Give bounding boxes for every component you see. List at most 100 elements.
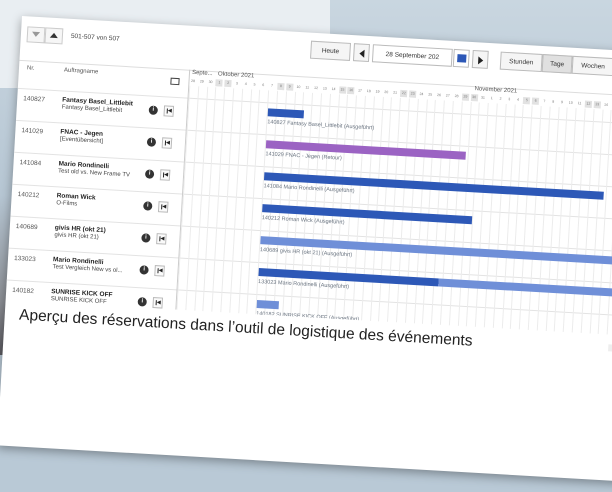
row-nr: 140212 — [17, 191, 40, 200]
arrow-left-icon — [358, 49, 365, 58]
booking-bar[interactable] — [256, 300, 280, 310]
arrow-right-icon — [477, 56, 483, 65]
row-nr: 133023 — [13, 254, 36, 264]
day-cell: 28 — [454, 94, 459, 99]
record-count: 501-507 von 507 — [70, 32, 120, 43]
day-cell: 1 — [215, 79, 224, 87]
day-cell: 7 — [271, 83, 274, 88]
row-subtitle: [Eventübersicht] — [59, 136, 104, 145]
info-icon[interactable]: i — [144, 169, 155, 179]
day-cell: 18 — [366, 88, 371, 94]
info-icon[interactable]: i — [148, 105, 159, 115]
day-cell: 10 — [568, 100, 573, 105]
date-field[interactable]: 28 September 202 — [371, 44, 453, 67]
day-cell: 17 — [357, 88, 363, 93]
tab-tage[interactable]: Tage — [541, 54, 573, 74]
info-icon[interactable]: i — [146, 137, 157, 147]
row-subtitle: Test Vergleich New vs ol... — [52, 264, 123, 275]
day-cell: 5 — [253, 82, 256, 87]
row-nr: 140689 — [15, 223, 38, 232]
day-cell: 9 — [285, 83, 294, 91]
day-cell: 13 — [593, 101, 601, 109]
day-cell: 27 — [445, 93, 450, 98]
booking-bar[interactable] — [267, 108, 305, 119]
jump-to-start-icon[interactable] — [152, 297, 164, 309]
day-cell: 5 — [523, 97, 531, 105]
row-subtitle: givis HR (okt 21) — [54, 232, 99, 241]
day-cell: 8 — [277, 82, 285, 91]
day-cell: 1 — [490, 96, 493, 101]
day-cell: 4 — [244, 81, 247, 87]
booking-planner-window: 501-507 von 507 Heute 28 September 202 S… — [0, 16, 612, 492]
day-cell: 3 — [235, 81, 239, 86]
day-cell: 9 — [560, 100, 564, 105]
day-cell: 12 — [313, 85, 319, 91]
jump-to-start-icon[interactable] — [154, 265, 165, 277]
column-header-name[interactable]: Auftragname — [64, 68, 99, 76]
calendar-icon — [456, 54, 467, 63]
info-icon[interactable]: i — [141, 233, 151, 243]
day-cell: 13 — [322, 86, 327, 91]
tab-wochen[interactable]: Wochen — [571, 55, 612, 77]
day-cell: 2 — [224, 79, 232, 88]
day-cell: 25 — [428, 92, 433, 97]
day-cell: 6 — [531, 97, 540, 105]
tab-stunden[interactable]: Stunden — [499, 51, 543, 73]
row-subtitle: O-Films — [56, 200, 78, 208]
day-cell: 29 — [461, 93, 470, 101]
info-icon[interactable]: i — [143, 201, 153, 211]
day-cell: 26 — [436, 93, 442, 98]
sort-down-button[interactable] — [26, 26, 46, 44]
row-nr: 140827 — [23, 95, 46, 104]
day-cell: 16 — [347, 86, 355, 95]
booking-bar-label: 133023 Mario Rondinelli (Ausgeführt) — [257, 279, 350, 291]
day-cell: 22 — [400, 89, 408, 98]
day-cell: 12 — [584, 100, 593, 108]
chevron-up-icon — [49, 32, 59, 39]
day-cell: 4 — [517, 97, 520, 102]
row-subtitle: Test old vs. New Frame TV — [57, 168, 131, 179]
row-nr: 141084 — [19, 159, 42, 168]
day-cell: 20 — [384, 89, 389, 95]
next-button[interactable] — [471, 50, 489, 69]
day-cell: 7 — [543, 99, 546, 104]
booking-bar-label: 141029 FNAC - Jegen (Retour) — [265, 151, 342, 162]
info-icon[interactable]: i — [139, 265, 149, 275]
chevron-down-icon — [31, 31, 41, 38]
month-label: Septe... — [191, 69, 213, 78]
column-header-nr[interactable]: Nr. — [27, 65, 35, 71]
month-label: November 2021 — [474, 86, 518, 95]
row-nr: 140182 — [11, 286, 35, 296]
jump-to-start-icon[interactable] — [163, 105, 175, 117]
month-label: Oktober 2021 — [217, 71, 255, 80]
jump-to-start-icon[interactable] — [161, 137, 173, 149]
day-cell: 14 — [331, 86, 336, 92]
day-cell: 19 — [375, 89, 380, 94]
today-button[interactable]: Heute — [310, 40, 351, 61]
day-cell: 15 — [338, 86, 347, 94]
day-cell: 11 — [577, 101, 582, 106]
sort-up-button[interactable] — [44, 27, 64, 45]
day-cell: 14 — [603, 102, 609, 107]
row-nr: 141029 — [21, 127, 44, 136]
calendar-button[interactable] — [452, 48, 470, 68]
day-cell: 30 — [470, 93, 478, 102]
day-cell: 6 — [262, 82, 265, 88]
prev-button[interactable] — [352, 43, 370, 63]
day-cell: 28 — [190, 78, 196, 84]
jump-to-start-icon[interactable] — [159, 169, 171, 181]
day-cell: 2 — [499, 96, 502, 101]
info-icon[interactable]: i — [137, 297, 147, 307]
day-cell: 24 — [419, 92, 424, 97]
jump-to-start-icon[interactable] — [157, 201, 169, 213]
day-cell: 21 — [393, 90, 398, 95]
column-toggle-icon[interactable] — [170, 77, 180, 86]
day-cell: 23 — [408, 90, 417, 98]
booking-bar-label: 141084 Mario Rondinelli (Ausgeführt) — [263, 183, 355, 195]
day-cell: 10 — [296, 84, 301, 90]
day-cell: 8 — [552, 99, 555, 104]
day-cell: 31 — [480, 95, 486, 100]
jump-to-start-icon[interactable] — [156, 233, 167, 245]
day-cell: 29 — [199, 79, 204, 84]
day-cell: 3 — [508, 97, 511, 102]
